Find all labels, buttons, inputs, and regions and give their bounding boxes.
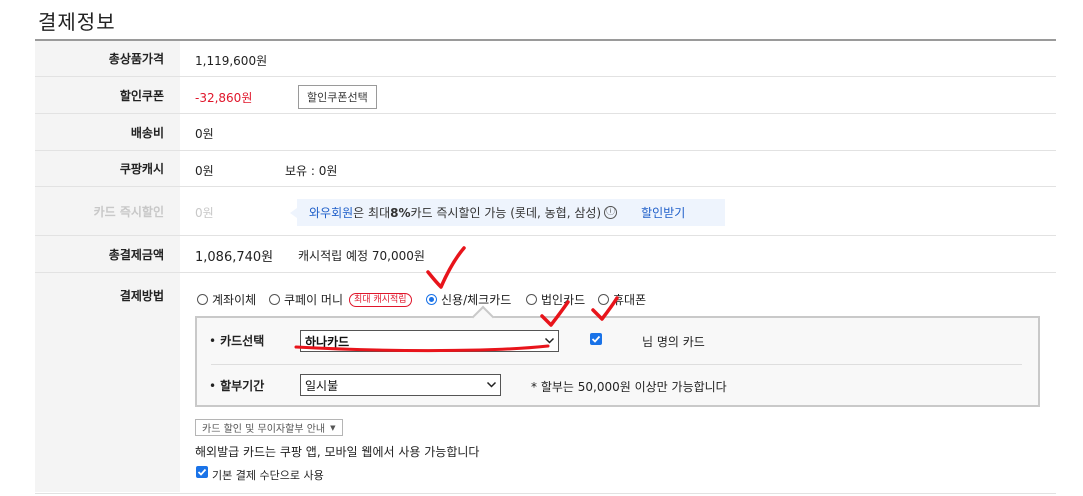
radio-corporate-card[interactable]: 법인카드 — [526, 291, 585, 308]
card-select-label: • 카드선택 — [209, 332, 264, 349]
checkmark-icon — [197, 468, 207, 476]
row-shipping: 배송비 0원 — [35, 114, 1056, 151]
row-coupang-cash: 쿠팡캐시 0원 보유 : 0원 — [35, 151, 1056, 187]
total-price-value: 1,119,600원 — [195, 54, 268, 68]
installment-select-dropdown[interactable]: 일시불 — [300, 374, 501, 396]
panel-pointer — [471, 305, 495, 329]
radio-label: 휴대폰 — [613, 293, 647, 307]
checkmark-icon — [591, 335, 601, 343]
radio-credit-card[interactable]: 신용/체크카드 — [426, 291, 511, 308]
shipping-label: 배송비 — [35, 114, 180, 150]
coupon-discount-value: -32,860원 — [195, 91, 253, 105]
total-payment-value: 1,086,740원 — [195, 250, 274, 265]
promo-mid-text: 은 최대 — [353, 206, 391, 220]
cash-reward-text: 캐시적립 예정 70,000원 — [298, 249, 425, 263]
own-card-label: 님 명의 카드 — [642, 335, 705, 349]
installment-label-text: 할부기간 — [220, 379, 265, 393]
installment-value: 일시불 — [305, 378, 339, 393]
installment-label: • 할부기간 — [209, 377, 264, 394]
row-total-price: 총상품가격 1,119,600원 — [35, 41, 1056, 77]
radio-label: 신용/체크카드 — [441, 293, 512, 307]
guide-dropdown-label: 카드 할인 및 무이자할부 안내 — [202, 424, 326, 435]
radio-label: 쿠페이 머니 — [284, 293, 344, 307]
coupang-cash-value: 0원 — [195, 164, 214, 178]
default-payment-label: 기본 결제 수단으로 사용 — [212, 469, 324, 482]
installment-note: * 할부는 50,000원 이상만 가능합니다 — [531, 380, 727, 394]
overseas-card-note: 해외발급 카드는 쿠팡 앱, 모바일 웹에서 사용 가능합니다 — [195, 445, 480, 459]
wow-member-text: 와우회원 — [309, 206, 354, 220]
max-cash-badge: 최대 캐시적립 — [349, 292, 412, 307]
get-discount-link[interactable]: 할인받기 — [641, 204, 685, 221]
card-discount-label: 카드 즉시할인 — [35, 187, 180, 235]
row-payment-method: 결제방법 계좌이체 쿠페이 머니 최대 캐시적립 신용/체크카드 법인카드 휴대… — [35, 273, 1056, 492]
card-benefit-guide-dropdown[interactable]: 카드 할인 및 무이자할부 안내 ▼ — [195, 419, 343, 436]
total-price-label: 총상품가격 — [35, 41, 180, 76]
card-select-label-text: 카드선택 — [220, 334, 265, 348]
caret-down-icon: ▼ — [330, 423, 336, 432]
radio-label: 계좌이체 — [212, 293, 257, 307]
radio-circle-icon[interactable] — [526, 294, 537, 305]
radio-circle-icon[interactable] — [598, 294, 609, 305]
card-select-dropdown[interactable]: 하나카드 — [300, 330, 559, 352]
chevron-down-icon — [486, 381, 497, 388]
row-total-payment: 총결제금액 1,086,740원 캐시적립 예정 70,000원 — [35, 236, 1056, 273]
panel-divider — [211, 364, 1022, 365]
default-payment-checkbox[interactable] — [196, 466, 208, 478]
card-discount-value: 0원 — [195, 206, 214, 220]
radio-label: 법인카드 — [541, 293, 586, 307]
row-card-instant-discount: 카드 즉시할인 0원 와우회원 은 최대 8% 카드 즉시할인 가능 (롯데, … — [35, 187, 1056, 236]
promo-percent: 8% — [390, 205, 411, 220]
promo-rest-text: 카드 즉시할인 가능 (롯데, 농협, 삼성) — [410, 206, 602, 220]
coupang-cash-owned: 보유 : 0원 — [285, 164, 338, 178]
chevron-down-icon — [544, 337, 555, 344]
bullet: • — [209, 334, 217, 348]
shipping-value: 0원 — [195, 127, 214, 141]
card-options-panel: • 카드선택 하나카드 님 명의 카드 • 할부기간 일시불 * 할부는 50,00… — [195, 305, 1040, 407]
card-select-value: 하나카드 — [305, 334, 350, 349]
row-coupon: 할인쿠폰 -32,860원 할인쿠폰선택 — [35, 77, 1056, 114]
wow-promo-banner: 와우회원 은 최대 8% 카드 즉시할인 가능 (롯데, 농협, 삼성) ⓘ 할… — [290, 199, 725, 226]
info-icon[interactable]: ⓘ — [604, 206, 618, 219]
total-payment-label: 총결제금액 — [35, 236, 180, 272]
radio-selected-icon[interactable] — [426, 294, 437, 305]
page-title: 결제정보 — [38, 10, 116, 34]
coupon-label: 할인쿠폰 — [35, 77, 180, 113]
radio-circle-icon[interactable] — [197, 294, 208, 305]
radio-bank-transfer[interactable]: 계좌이체 — [197, 291, 256, 308]
radio-coupay-money[interactable]: 쿠페이 머니 최대 캐시적립 — [269, 291, 412, 308]
bullet: • — [209, 379, 217, 393]
own-card-checkbox[interactable] — [590, 333, 602, 345]
coupon-select-button[interactable]: 할인쿠폰선택 — [298, 85, 377, 109]
payment-info-table: 총상품가격 1,119,600원 할인쿠폰 -32,860원 할인쿠폰선택 배송… — [35, 39, 1056, 494]
coupang-cash-label: 쿠팡캐시 — [35, 151, 180, 186]
radio-mobile-phone[interactable]: 휴대폰 — [598, 291, 646, 308]
payment-method-label: 결제방법 — [35, 273, 180, 492]
radio-circle-icon[interactable] — [269, 294, 280, 305]
